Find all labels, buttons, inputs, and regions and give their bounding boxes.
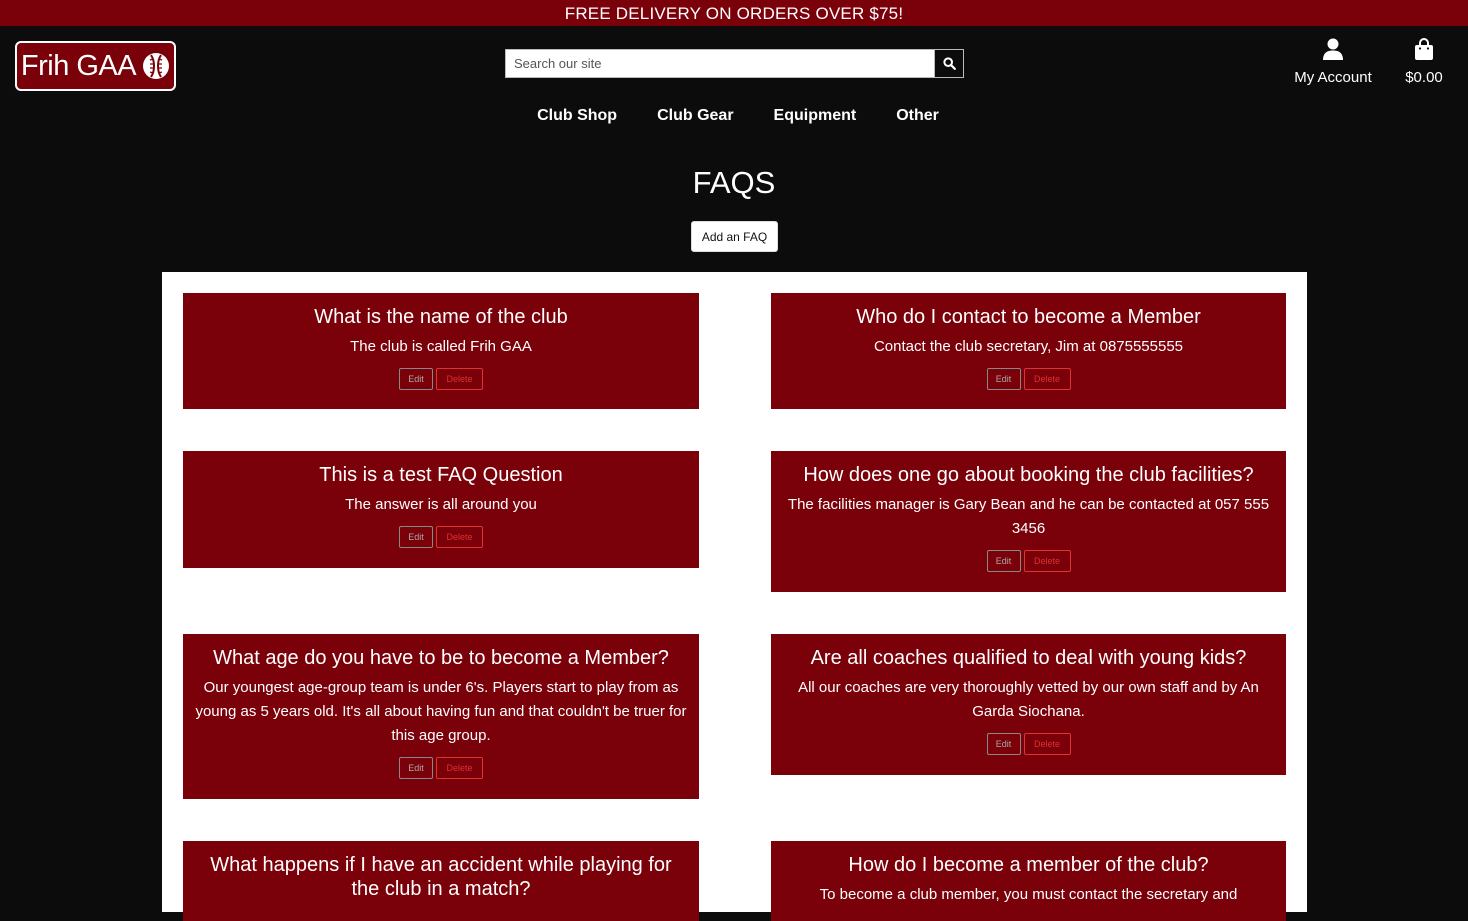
- faq-answer: The facilities manager is Gary Bean and …: [787, 496, 1270, 537]
- faq-answer: The answer is all around you: [345, 496, 537, 513]
- faq-actions: Edit Delete: [783, 550, 1274, 572]
- faq-card: How does one go about booking the club f…: [771, 451, 1286, 592]
- sliotar-ball-icon: [143, 53, 170, 79]
- edit-button[interactable]: Edit: [399, 757, 433, 779]
- cart-total: $0.00: [1405, 69, 1443, 86]
- edit-button[interactable]: Edit: [986, 550, 1021, 572]
- site-logo[interactable]: Frih GAA: [15, 41, 176, 91]
- delete-button[interactable]: Delete: [436, 757, 483, 779]
- faq-card: Who do I contact to become a Member Cont…: [771, 293, 1286, 409]
- faq-card: What happens if I have an accident while…: [183, 841, 699, 921]
- my-account-link[interactable]: My Account: [1288, 38, 1378, 86]
- faq-question: What is the name of the club: [314, 306, 568, 328]
- promo-banner: FREE DELIVERY ON ORDERS OVER $75!: [0, 0, 1468, 26]
- user-icon: [1323, 38, 1343, 60]
- my-account-label: My Account: [1294, 69, 1372, 86]
- delete-button[interactable]: Delete: [1023, 368, 1071, 390]
- delete-button[interactable]: Delete: [1023, 733, 1071, 755]
- nav-club-shop[interactable]: Club Shop: [537, 107, 617, 125]
- cart-link[interactable]: $0.00: [1400, 38, 1448, 86]
- edit-button[interactable]: Edit: [986, 733, 1021, 755]
- faq-answer: Our youngest age-group team is under 6's…: [195, 679, 687, 744]
- delete-button[interactable]: Delete: [436, 368, 483, 390]
- faq-question: What happens if I have an accident while…: [210, 854, 672, 900]
- faq-actions: Edit Delete: [195, 526, 687, 548]
- search-input[interactable]: [506, 50, 934, 77]
- faq-answer: The club is called Frih GAA: [350, 338, 532, 355]
- edit-button[interactable]: Edit: [399, 368, 433, 390]
- nav-club-gear[interactable]: Club Gear: [657, 107, 733, 125]
- faq-answer: All our coaches are very thoroughly vett…: [798, 679, 1259, 720]
- faq-card: This is a test FAQ Question The answer i…: [183, 451, 699, 568]
- faq-actions: Edit Delete: [783, 733, 1274, 755]
- add-faq-button[interactable]: Add an FAQ: [691, 221, 778, 252]
- faq-actions: Edit Delete: [195, 757, 687, 779]
- nav-other[interactable]: Other: [896, 107, 939, 125]
- faq-panel: What is the name of the club The club is…: [162, 272, 1307, 921]
- shopping-bag-icon: [1415, 38, 1433, 60]
- faq-answer: To become a club member, you must contac…: [819, 886, 1238, 903]
- nav-equipment[interactable]: Equipment: [774, 107, 857, 125]
- faq-card: What is the name of the club The club is…: [183, 293, 699, 409]
- delete-button[interactable]: Delete: [1023, 550, 1071, 572]
- edit-button[interactable]: Edit: [986, 368, 1021, 390]
- page-title: FAQS: [692, 165, 776, 200]
- faq-answer: Contact the club secretary, Jim at 08755…: [873, 338, 1184, 355]
- search-bar: [505, 49, 964, 78]
- faq-question: This is a test FAQ Question: [319, 464, 563, 486]
- search-icon: [942, 57, 956, 70]
- delete-button[interactable]: Delete: [436, 526, 483, 548]
- faq-actions: Edit Delete: [195, 368, 687, 390]
- main-nav: Club Shop Club Gear Equipment Other: [0, 107, 1468, 125]
- faq-question: Are all coaches qualified to deal with y…: [810, 647, 1247, 669]
- faq-question: How do I become a member of the club?: [848, 854, 1209, 876]
- faq-question: What age do you have to be to become a M…: [213, 647, 669, 669]
- edit-button[interactable]: Edit: [399, 526, 433, 548]
- faq-question: How does one go about booking the club f…: [803, 464, 1254, 486]
- logo-text: Frih GAA: [20, 49, 137, 82]
- faq-card: What age do you have to be to become a M…: [183, 634, 699, 799]
- faq-question: Who do I contact to become a Member: [856, 306, 1201, 328]
- faq-card: Are all coaches qualified to deal with y…: [771, 634, 1286, 775]
- faq-card: How do I become a member of the club? To…: [771, 841, 1286, 921]
- faq-actions: Edit Delete: [783, 368, 1274, 390]
- search-button[interactable]: [934, 50, 963, 77]
